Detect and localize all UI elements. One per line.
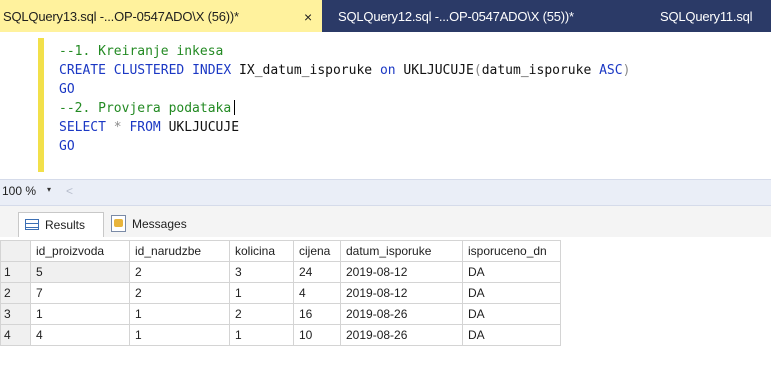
row-number[interactable]: 3	[0, 303, 31, 325]
grid-cell[interactable]: 3	[229, 261, 294, 283]
index-name: IX_datum_isporuke	[239, 63, 373, 78]
grid-cell[interactable]: DA	[462, 303, 561, 325]
column-header[interactable]: cijena	[293, 240, 341, 262]
grid-cell[interactable]: 1	[129, 324, 230, 346]
keyword: GO	[59, 82, 75, 97]
table-row[interactable]: 3 1 1 2 16 2019-08-26 DA	[0, 303, 561, 325]
grid-cell[interactable]: 5	[30, 261, 130, 283]
grid-cell[interactable]: DA	[462, 261, 561, 283]
star: *	[113, 120, 122, 135]
grid-cell[interactable]: 4	[30, 324, 130, 346]
grid-cell[interactable]: 2019-08-12	[340, 282, 463, 304]
chevron-down-icon[interactable]: ▾	[47, 185, 51, 194]
close-icon[interactable]: ×	[304, 0, 312, 34]
grid-icon	[25, 219, 39, 230]
grid-cell[interactable]: 2019-08-12	[340, 261, 463, 283]
table-name: UKLJUCUJE	[403, 63, 474, 78]
grid-cell[interactable]: 2019-08-26	[340, 324, 463, 346]
paren: (	[473, 63, 482, 78]
keyword: SELECT	[59, 120, 106, 135]
results-tab-strip: Results Messages	[0, 206, 771, 237]
column-header[interactable]: id_narudzbe	[129, 240, 230, 262]
grid-cell[interactable]: 24	[293, 261, 341, 283]
tab-label: SQLQuery12.sql -...OP-0547ADO\X (55))*	[338, 9, 574, 24]
grid-cell[interactable]: 16	[293, 303, 341, 325]
keyword: CREATE	[59, 63, 106, 78]
table-name: UKLJUCUJE	[168, 120, 240, 135]
column-name: datum_isporuke	[481, 63, 592, 78]
grid-cell[interactable]: 4	[293, 282, 341, 304]
code-area[interactable]: --1. Kreiranje inkesa CREATE CLUSTERED I…	[59, 42, 630, 156]
grid-cell[interactable]: 1	[30, 303, 130, 325]
table-row[interactable]: 2 7 2 1 4 2019-08-12 DA	[0, 282, 561, 304]
grid-cell[interactable]: 2	[229, 303, 294, 325]
grid-cell[interactable]: 2019-08-26	[340, 303, 463, 325]
row-number[interactable]: 1	[0, 261, 31, 283]
code-line-3: GO	[59, 80, 630, 99]
grid-cell[interactable]: 10	[293, 324, 341, 346]
keyword: ASC	[599, 63, 623, 78]
grid-cell[interactable]: DA	[462, 324, 561, 346]
row-number[interactable]: 4	[0, 324, 31, 346]
grid-cell[interactable]: 7	[30, 282, 130, 304]
tab-label: Messages	[132, 217, 187, 231]
grid-header-row: id_proizvoda id_narudzbe kolicina cijena…	[0, 240, 561, 262]
keyword: CLUSTERED	[113, 63, 185, 78]
tab-label: Results	[45, 218, 86, 232]
column-header[interactable]: kolicina	[229, 240, 294, 262]
text-caret	[234, 100, 236, 115]
keyword: GO	[59, 139, 75, 154]
tab-results[interactable]: Results	[18, 212, 104, 237]
code-line-1: --1. Kreiranje inkesa	[59, 42, 630, 61]
comment: --1. Kreiranje inkesa	[59, 44, 224, 59]
keyword: on	[379, 63, 396, 78]
tab-label: SQLQuery11.sql	[660, 9, 753, 24]
zoom-bar: 100 % ▾ <	[0, 179, 771, 206]
change-tracking-bar	[38, 38, 44, 172]
grid-cell[interactable]: 2	[129, 282, 230, 304]
grid-cell[interactable]: 1	[129, 303, 230, 325]
tab-label: SQLQuery13.sql -...OP-0547ADO\X (56))*	[3, 9, 239, 24]
comment: --2. Provjera podataka	[59, 101, 232, 116]
keyword: INDEX	[192, 63, 232, 78]
grid-cell[interactable]: 2	[129, 261, 230, 283]
tab-sqlquery11[interactable]: SQLQuery11.sql	[626, 0, 771, 32]
tab-messages[interactable]: Messages	[106, 212, 208, 237]
grid-cell[interactable]: DA	[462, 282, 561, 304]
grid-cell[interactable]: 1	[229, 282, 294, 304]
column-header[interactable]: isporuceno_dn	[462, 240, 561, 262]
table-row[interactable]: 1 5 2 3 24 2019-08-12 DA	[0, 261, 561, 283]
code-line-2: CREATE CLUSTERED INDEX IX_datum_isporuke…	[59, 61, 630, 80]
column-header[interactable]: datum_isporuke	[340, 240, 463, 262]
paren: )	[622, 63, 631, 78]
select-all-corner[interactable]	[0, 240, 31, 262]
scroll-left-arrow-icon[interactable]: <	[66, 184, 73, 198]
table-row[interactable]: 4 4 1 1 10 2019-08-26 DA	[0, 324, 561, 346]
tab-sqlquery13[interactable]: SQLQuery13.sql -...OP-0547ADO\X (56))* ×	[0, 0, 322, 32]
messages-icon	[111, 215, 126, 232]
keyword: FROM	[129, 120, 161, 135]
code-line-4: --2. Provjera podataka	[59, 99, 630, 118]
query-editor[interactable]: --1. Kreiranje inkesa CREATE CLUSTERED I…	[0, 32, 771, 179]
grid-cell[interactable]: 1	[229, 324, 294, 346]
results-grid[interactable]: id_proizvoda id_narudzbe kolicina cijena…	[0, 240, 561, 346]
document-tab-strip: SQLQuery13.sql -...OP-0547ADO\X (56))* ×…	[0, 0, 771, 32]
code-line-6: GO	[59, 137, 630, 156]
zoom-level[interactable]: 100 %	[2, 184, 36, 198]
row-number[interactable]: 2	[0, 282, 31, 304]
code-line-5: SELECT * FROM UKLJUCUJE	[59, 118, 630, 137]
column-header[interactable]: id_proizvoda	[30, 240, 130, 262]
tab-sqlquery12[interactable]: SQLQuery12.sql -...OP-0547ADO\X (55))*	[324, 0, 626, 32]
